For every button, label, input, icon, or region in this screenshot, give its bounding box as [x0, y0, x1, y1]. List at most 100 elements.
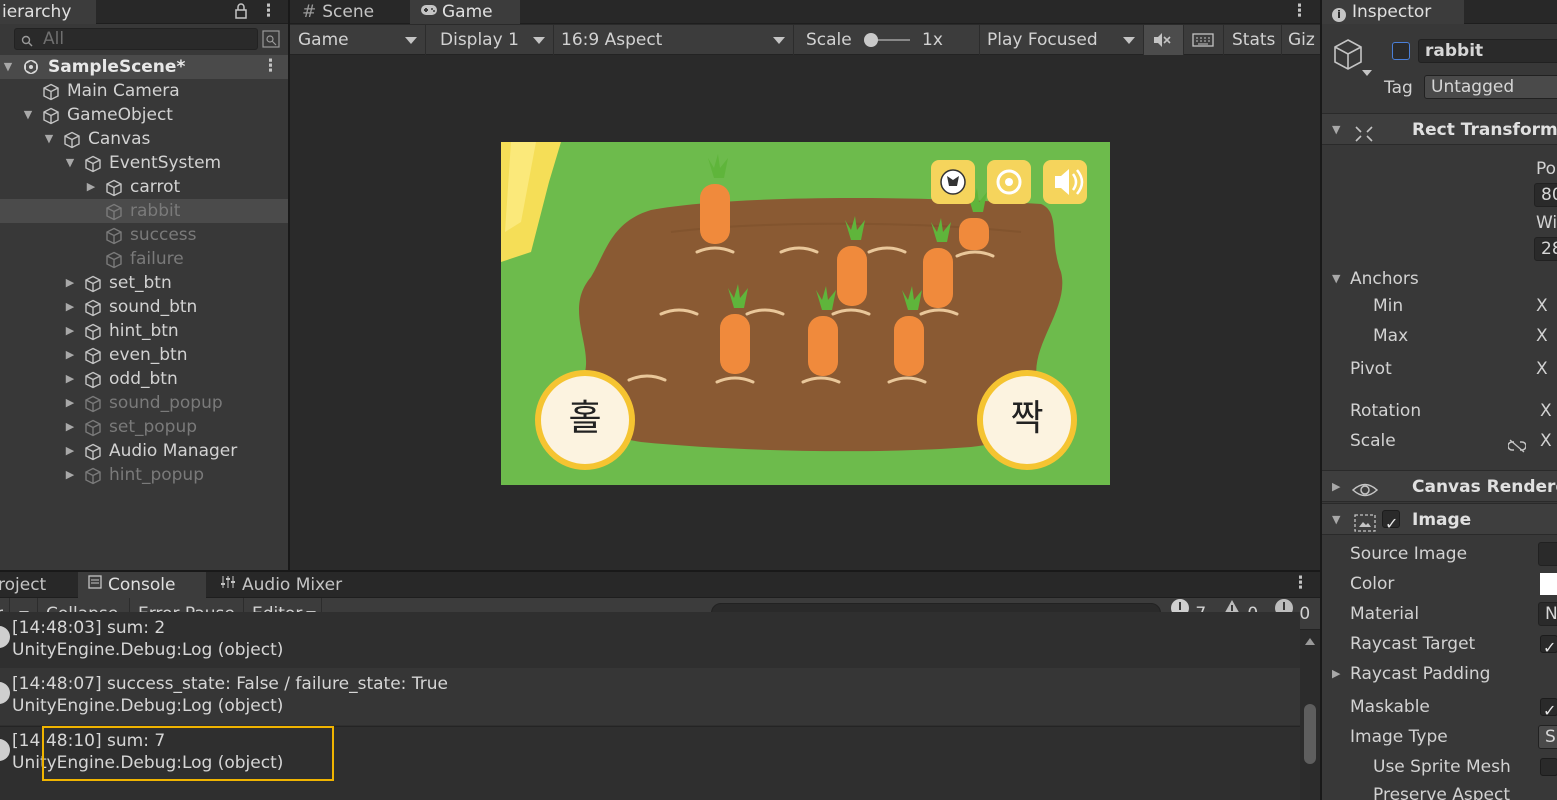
expand-arrow-icon[interactable]: ▶ — [64, 367, 76, 391]
expand-arrow-icon[interactable]: ▼ — [1332, 264, 1340, 294]
width-field[interactable]: 28 — [1534, 237, 1557, 261]
pivot-label: Pivot — [1350, 359, 1392, 379]
gizmos-button[interactable]: Giz — [1282, 25, 1320, 55]
hierarchy-item[interactable]: ▶ sound_btn — [0, 295, 288, 319]
game-view-panel: # Scene Game ⋮ Game Display 1 16:9 Aspect… — [290, 0, 1320, 570]
stats-button[interactable]: Stats — [1224, 25, 1282, 55]
tab-game[interactable]: Game — [410, 0, 520, 24]
expand-arrow-icon[interactable]: ▼ — [2, 55, 14, 79]
hierarchy-item[interactable]: ▶ set_btn — [0, 271, 288, 295]
expand-arrow-icon[interactable]: ▶ — [64, 343, 76, 367]
expand-arrow-icon[interactable]: ▼ — [64, 151, 76, 175]
expand-arrow-icon[interactable]: ▶ — [1332, 471, 1340, 503]
anchors-row[interactable]: ▼ Anchors — [1322, 264, 1557, 294]
gamepad-icon — [420, 0, 438, 23]
expand-arrow-icon[interactable]: ▶ — [64, 295, 76, 319]
expand-arrow-icon[interactable]: ▶ — [64, 415, 76, 439]
hierarchy-item[interactable]: rabbit — [0, 199, 288, 223]
play-focused-dropdown[interactable]: Play Focused — [980, 25, 1144, 55]
game-render[interactable]: 홀 짝 — [501, 142, 1110, 485]
hierarchy-search-input[interactable]: All — [14, 28, 258, 50]
even-button[interactable]: 짝 — [977, 370, 1077, 470]
console-icon — [88, 572, 102, 597]
mute-audio-toggle[interactable] — [1144, 25, 1184, 55]
hierarchy-item[interactable]: ▶ hint_btn — [0, 319, 288, 343]
display-label: Display 1 — [440, 30, 519, 50]
hierarchy-item[interactable]: ▼ GameObject — [0, 103, 288, 127]
keyboard-toggle[interactable] — [1184, 25, 1224, 55]
hierarchy-item[interactable]: Main Camera — [0, 79, 288, 103]
image-header[interactable]: ▼ Image — [1322, 503, 1557, 540]
hierarchy-item[interactable]: ▶ even_btn — [0, 343, 288, 367]
gameobject-cube-icon — [84, 467, 102, 492]
expand-arrow-icon[interactable]: ▶ — [64, 319, 76, 343]
tab-console[interactable]: Console — [78, 572, 206, 598]
tab-project[interactable]: roject — [0, 572, 78, 598]
lock-icon[interactable] — [234, 3, 248, 24]
hierarchy-item[interactable]: ▼ Canvas — [0, 127, 288, 151]
scale-thumb[interactable] — [864, 33, 878, 47]
hierarchy-item[interactable]: ▶ set_popup — [0, 415, 288, 439]
hierarchy-item[interactable]: success — [0, 223, 288, 247]
scroll-up-icon[interactable] — [1305, 638, 1315, 645]
log-entry[interactable]: [14:48:07] success_state: False / failur… — [0, 668, 1300, 725]
expand-arrow-icon[interactable]: ▶ — [64, 391, 76, 415]
tab-audio-mixer[interactable]: Audio Mixer — [210, 572, 360, 598]
maskable-checkbox[interactable] — [1540, 696, 1557, 726]
tab-inspector[interactable]: i Inspector — [1322, 0, 1464, 24]
use-sprite-mesh-checkbox[interactable] — [1540, 758, 1557, 776]
console-scrollbar[interactable] — [1300, 630, 1320, 800]
hierarchy-item[interactable]: ▶ sound_popup — [0, 391, 288, 415]
expand-arrow-icon[interactable]: ▶ — [85, 175, 97, 199]
log-info-icon — [0, 682, 10, 704]
hierarchy-item[interactable]: ▼ EventSystem — [0, 151, 288, 175]
aspect-dropdown[interactable]: 16:9 Aspect — [554, 25, 794, 55]
object-name-field[interactable]: rabbit — [1418, 39, 1557, 63]
tab-scene[interactable]: # Scene — [292, 0, 410, 24]
expand-arrow-icon[interactable]: ▼ — [1332, 114, 1340, 146]
game-mode-dropdown[interactable]: Game — [290, 25, 426, 55]
image-enabled-checkbox[interactable] — [1382, 508, 1400, 540]
search-options-icon[interactable] — [262, 30, 280, 53]
hierarchy-item[interactable]: ▶ carrot — [0, 175, 288, 199]
log-entry[interactable]: [14:48:03] sum: 2 UnityEngine.Debug:Log … — [0, 612, 1300, 669]
scene-menu-icon[interactable]: ⋮ — [262, 55, 279, 79]
constrain-proportions-icon[interactable] — [1507, 433, 1527, 463]
source-image-field[interactable] — [1538, 542, 1557, 566]
chevron-down-icon[interactable] — [1362, 70, 1372, 76]
display-dropdown[interactable]: Display 1 — [426, 25, 554, 55]
color-swatch[interactable] — [1540, 573, 1557, 595]
hierarchy-item[interactable]: ▶ odd_btn — [0, 367, 288, 391]
expand-arrow-icon[interactable]: ▶ — [64, 271, 76, 295]
expand-arrow-icon[interactable]: ▶ — [1332, 659, 1340, 689]
log-message: [14:48:07] success_state: False / failur… — [12, 674, 448, 694]
tab-hierarchy[interactable]: ierarchy — [0, 0, 96, 24]
rect-transform-header[interactable]: ▼ Rect Transform — [1322, 113, 1557, 145]
game-tabbar: # Scene Game ⋮ — [290, 0, 1320, 24]
game-menu-icon[interactable]: ⋮ — [1291, 0, 1308, 24]
scene-row[interactable]: ▼ SampleScene* ⋮ — [0, 55, 288, 79]
image-type-dropdown[interactable]: S — [1538, 725, 1557, 749]
raycast-target-checkbox[interactable] — [1540, 633, 1557, 663]
tag-dropdown[interactable]: Untagged — [1424, 75, 1557, 99]
hierarchy-menu-icon[interactable]: ⋮ — [260, 0, 277, 24]
log-message: [14:48:03] sum: 2 — [12, 618, 166, 638]
canvas-renderer-header[interactable]: ▶ Canvas Rendere — [1322, 470, 1557, 502]
material-field[interactable]: N — [1538, 602, 1557, 626]
expand-arrow-icon[interactable]: ▼ — [22, 103, 34, 127]
raycast-padding-row[interactable]: ▶ Raycast Padding — [1322, 659, 1557, 689]
rotation-label: Rotation — [1350, 401, 1422, 421]
scale-slider[interactable]: Scale 1x — [794, 25, 980, 55]
hierarchy-item[interactable]: ▶ hint_popup — [0, 463, 288, 487]
odd-button[interactable]: 홀 — [535, 370, 635, 470]
pos-x-field[interactable]: 80 — [1534, 183, 1557, 207]
hierarchy-item[interactable]: ▶ Audio Manager — [0, 439, 288, 463]
expand-arrow-icon[interactable]: ▶ — [64, 439, 76, 463]
console-menu-icon[interactable]: ⋮ — [1292, 572, 1309, 598]
hierarchy-item[interactable]: failure — [0, 247, 288, 271]
expand-arrow-icon[interactable]: ▶ — [64, 463, 76, 487]
scroll-thumb[interactable] — [1304, 704, 1316, 764]
active-checkbox[interactable] — [1392, 42, 1410, 60]
expand-arrow-icon[interactable]: ▼ — [43, 127, 55, 151]
expand-arrow-icon[interactable]: ▼ — [1332, 504, 1340, 536]
